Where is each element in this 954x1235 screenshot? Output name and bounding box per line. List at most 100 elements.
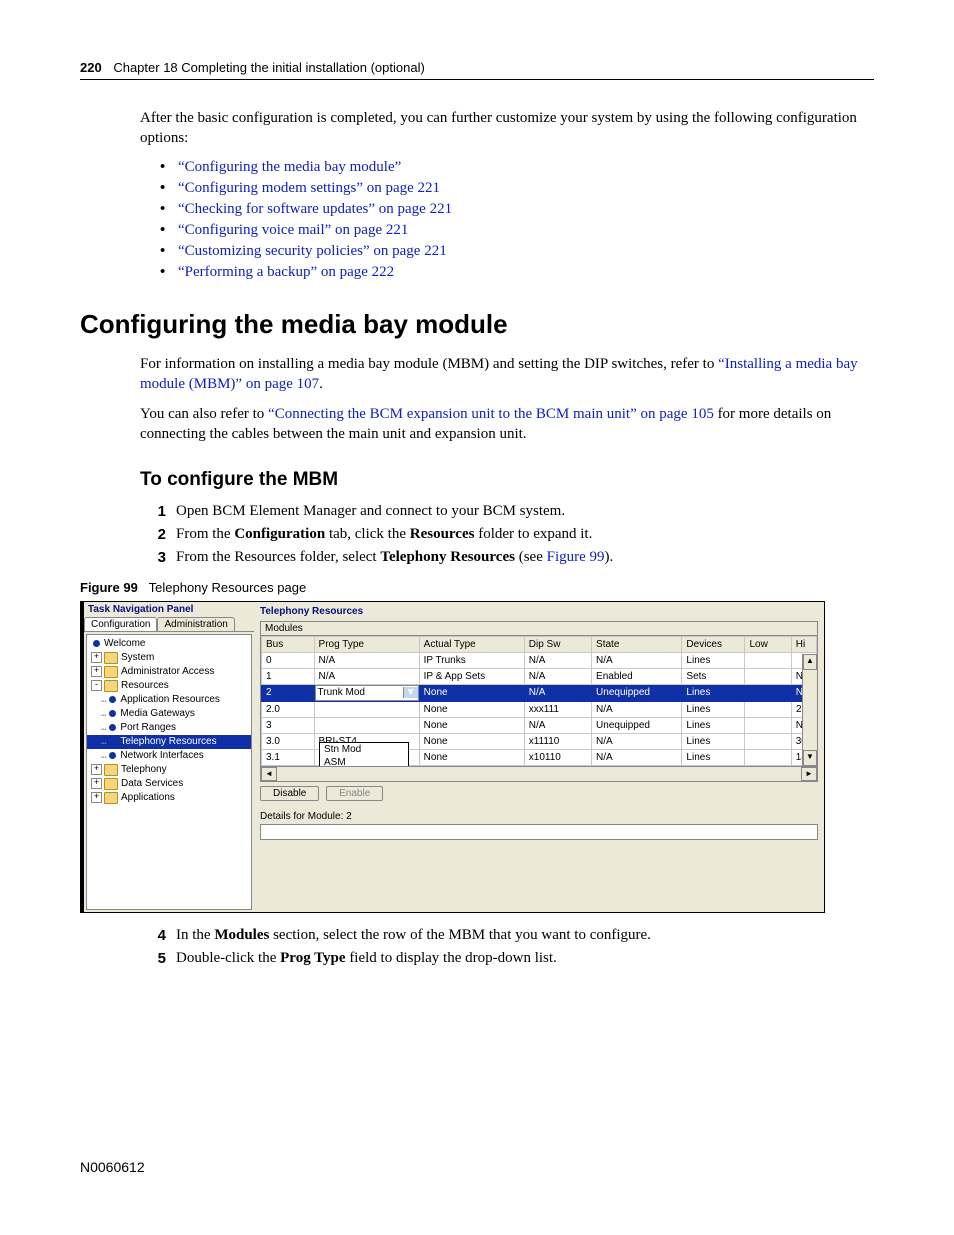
prog-type-select[interactable]: Trunk Mod▼: [315, 685, 419, 701]
cell-state[interactable]: N/A: [592, 733, 682, 749]
expand-icon[interactable]: +: [91, 652, 102, 663]
nav-tree[interactable]: Welcome+System+Administrator Access-Reso…: [86, 634, 252, 910]
link-figure-99[interactable]: Figure 99: [547, 549, 605, 565]
cell-bus[interactable]: 3.0: [262, 733, 315, 749]
expand-icon[interactable]: +: [91, 792, 102, 803]
tree-item-media-gateways[interactable]: …Media Gateways: [87, 707, 251, 721]
cell-bus[interactable]: 3.1: [262, 749, 315, 765]
cell-act[interactable]: None: [419, 749, 524, 765]
cell-dev[interactable]: Lines: [682, 749, 745, 765]
horizontal-scrollbar[interactable]: ◄ ►: [261, 766, 817, 781]
tree-item-port-ranges[interactable]: …Port Ranges: [87, 721, 251, 735]
column-header-prog-type[interactable]: Prog Type: [314, 636, 419, 652]
cell-low[interactable]: [745, 668, 791, 684]
link-check-updates[interactable]: “Checking for software updates” on page …: [178, 201, 452, 217]
link-backup[interactable]: “Performing a backup” on page 222: [178, 264, 394, 280]
tree-item-system[interactable]: +System: [87, 651, 251, 665]
table-row[interactable]: 3NoneN/AUnequippedLinesN/A: [262, 717, 817, 733]
column-header-dip-sw[interactable]: Dip Sw: [524, 636, 591, 652]
link-config-modem[interactable]: “Configuring modem settings” on page 221: [178, 180, 440, 196]
cell-prog[interactable]: Trunk Mod▼: [314, 684, 419, 701]
cell-prog[interactable]: [314, 717, 419, 733]
column-header-state[interactable]: State: [592, 636, 682, 652]
link-config-voicemail[interactable]: “Configuring voice mail” on page 221: [178, 222, 408, 238]
cell-act[interactable]: None: [419, 733, 524, 749]
table-row[interactable]: 2.0Nonexxx111N/ALines211: [262, 701, 817, 717]
tree-item-welcome[interactable]: Welcome: [87, 637, 251, 651]
table-row[interactable]: 0N/AIP TrunksN/AN/ALines1: [262, 652, 817, 668]
cell-bus[interactable]: 2: [262, 684, 315, 701]
cell-act[interactable]: IP & App Sets: [419, 668, 524, 684]
cell-bus[interactable]: 3: [262, 717, 315, 733]
cell-dev[interactable]: Lines: [682, 701, 745, 717]
column-header-bus[interactable]: Bus: [262, 636, 315, 652]
cell-low[interactable]: [745, 749, 791, 765]
cell-state[interactable]: N/A: [592, 701, 682, 717]
cell-dev[interactable]: Sets: [682, 668, 745, 684]
link-connect-expansion[interactable]: “Connecting the BCM expansion unit to th…: [268, 406, 714, 422]
tree-item-application-resources[interactable]: …Application Resources: [87, 693, 251, 707]
cell-state[interactable]: N/A: [592, 652, 682, 668]
vertical-scrollbar[interactable]: ▲ ▼: [802, 654, 817, 766]
cell-low[interactable]: [745, 701, 791, 717]
column-header-hi[interactable]: Hi: [791, 636, 816, 652]
cell-low[interactable]: [745, 684, 791, 701]
prog-type-dropdown[interactable]: Stn ModASMTrunk ModData Mod: [319, 742, 409, 766]
cell-dev[interactable]: Lines: [682, 684, 745, 701]
table-row[interactable]: 1N/AIP & App SetsN/AEnabledSetsN/A: [262, 668, 817, 684]
cell-act[interactable]: None: [419, 684, 524, 701]
tree-item-applications[interactable]: +Applications: [87, 791, 251, 805]
tree-item-telephony[interactable]: +Telephony: [87, 763, 251, 777]
cell-dip[interactable]: N/A: [524, 668, 591, 684]
cell-prog[interactable]: [314, 701, 419, 717]
dropdown-arrow-icon[interactable]: ▼: [403, 687, 418, 698]
cell-dev[interactable]: Lines: [682, 652, 745, 668]
expand-icon[interactable]: +: [91, 666, 102, 677]
scroll-right-icon[interactable]: ►: [801, 767, 817, 781]
tab-configuration[interactable]: Configuration: [84, 617, 157, 631]
tab-administration[interactable]: Administration: [157, 617, 234, 631]
cell-bus[interactable]: 0: [262, 652, 315, 668]
cell-bus[interactable]: 1: [262, 668, 315, 684]
tree-item-network-interfaces[interactable]: …Network Interfaces: [87, 749, 251, 763]
scroll-down-icon[interactable]: ▼: [803, 750, 817, 766]
cell-state[interactable]: N/A: [592, 749, 682, 765]
cell-dip[interactable]: xxx111: [524, 701, 591, 717]
tree-item-administrator-access[interactable]: +Administrator Access: [87, 665, 251, 679]
cell-dev[interactable]: Lines: [682, 717, 745, 733]
collapse-icon[interactable]: -: [91, 680, 102, 691]
scroll-up-icon[interactable]: ▲: [803, 654, 817, 670]
expand-icon[interactable]: +: [91, 778, 102, 789]
expand-icon[interactable]: +: [91, 764, 102, 775]
cell-act[interactable]: IP Trunks: [419, 652, 524, 668]
cell-prog[interactable]: N/A: [314, 652, 419, 668]
disable-button[interactable]: Disable: [260, 786, 319, 801]
cell-act[interactable]: None: [419, 701, 524, 717]
tree-item-resources[interactable]: -Resources: [87, 679, 251, 693]
table-row[interactable]: 2Trunk Mod▼NoneN/AUnequippedLinesN/A: [262, 684, 817, 701]
column-header-devices[interactable]: Devices: [682, 636, 745, 652]
cell-low[interactable]: [745, 652, 791, 668]
link-security-policies[interactable]: “Customizing security policies” on page …: [178, 243, 447, 259]
cell-state[interactable]: Unequipped: [592, 684, 682, 701]
cell-act[interactable]: None: [419, 717, 524, 733]
cell-low[interactable]: [745, 717, 791, 733]
cell-dip[interactable]: x11110: [524, 733, 591, 749]
dropdown-option[interactable]: ASM: [320, 756, 408, 766]
tree-item-telephony-resources[interactable]: …Telephony Resources: [87, 735, 251, 749]
cell-state[interactable]: Enabled: [592, 668, 682, 684]
cell-dip[interactable]: N/A: [524, 684, 591, 701]
cell-low[interactable]: [745, 733, 791, 749]
column-header-actual-type[interactable]: Actual Type: [419, 636, 524, 652]
cell-bus[interactable]: 2.0: [262, 701, 315, 717]
cell-dip[interactable]: N/A: [524, 717, 591, 733]
dropdown-option[interactable]: Stn Mod: [320, 743, 408, 756]
enable-button[interactable]: Enable: [326, 786, 383, 801]
scroll-left-icon[interactable]: ◄: [261, 767, 277, 781]
cell-dip[interactable]: N/A: [524, 652, 591, 668]
cell-prog[interactable]: N/A: [314, 668, 419, 684]
cell-dip[interactable]: x10110: [524, 749, 591, 765]
column-header-low[interactable]: Low: [745, 636, 791, 652]
cell-dev[interactable]: Lines: [682, 733, 745, 749]
link-config-mbm[interactable]: “Configuring the media bay module”: [178, 159, 401, 175]
